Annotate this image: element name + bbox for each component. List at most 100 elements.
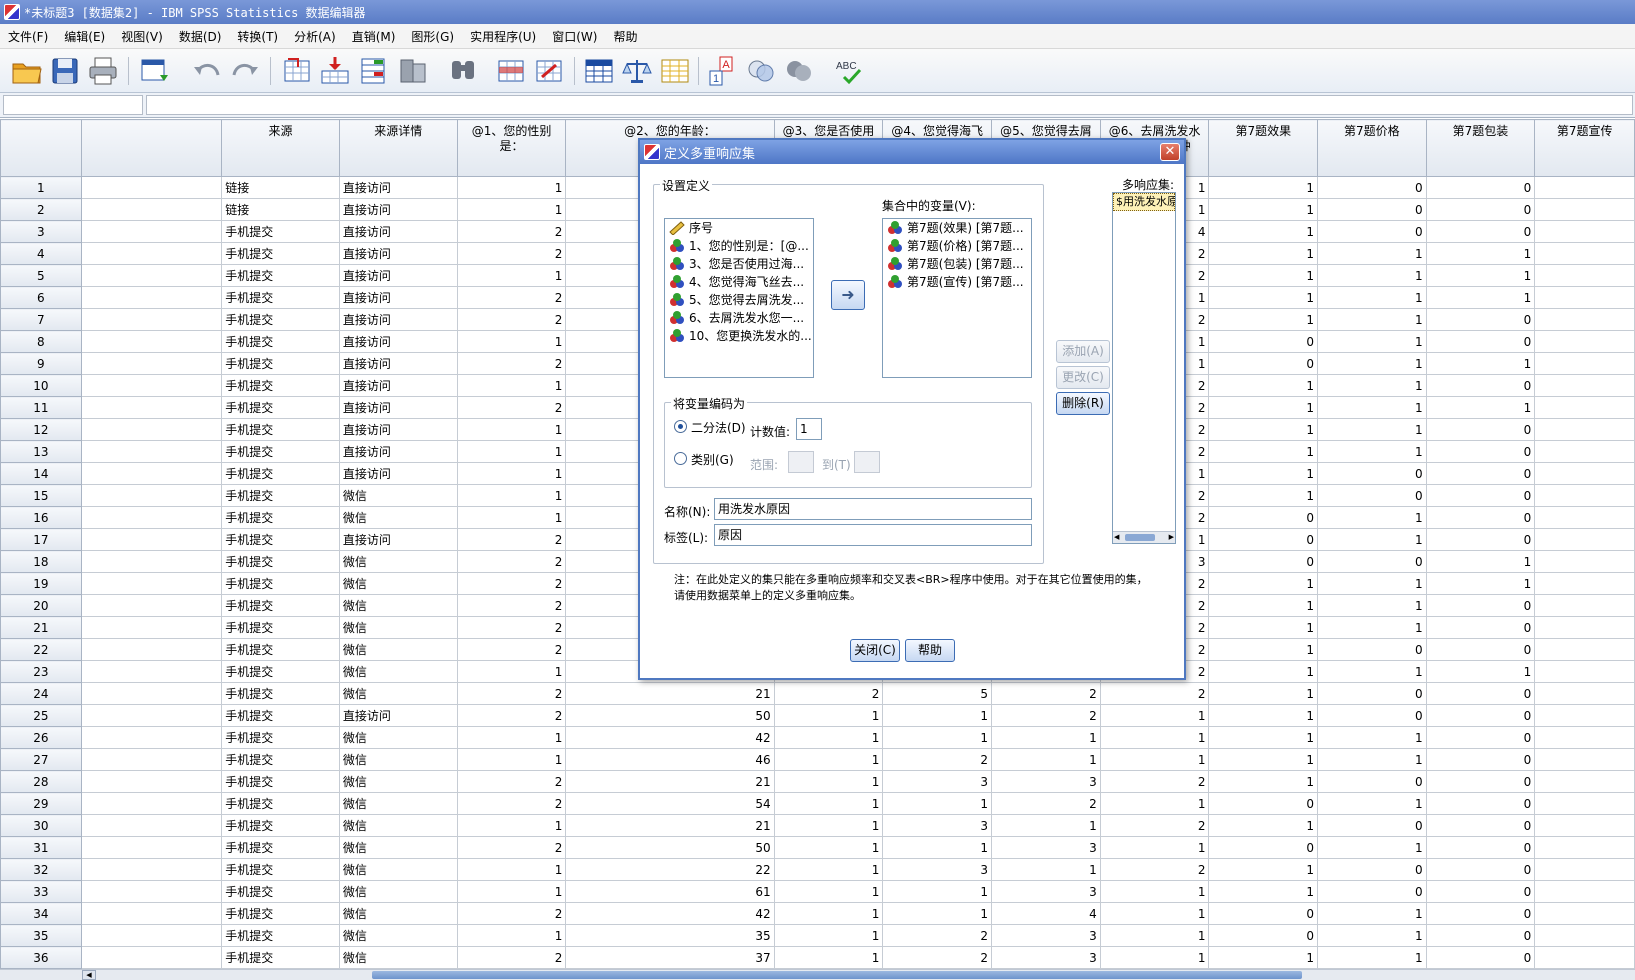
row-number[interactable]: 2 [0, 198, 82, 221]
table-cell[interactable]: 手机提交 [221, 770, 340, 793]
table-cell[interactable]: 1 [991, 726, 1101, 749]
table-cell[interactable] [80, 528, 223, 551]
table-cell[interactable]: 手机提交 [221, 264, 340, 287]
corner-header[interactable] [0, 119, 82, 177]
column-header[interactable]: 第7题效果 [1208, 119, 1319, 177]
table-cell[interactable] [80, 814, 223, 837]
table-cell[interactable] [1534, 440, 1635, 463]
table-cell[interactable] [1534, 462, 1635, 485]
row-number[interactable]: 24 [0, 682, 82, 705]
table-cell[interactable] [1534, 286, 1635, 309]
table-cell[interactable]: 1 [456, 330, 567, 353]
table-cell[interactable]: 直接访问 [338, 462, 458, 485]
table-cell[interactable]: 1 [1099, 902, 1210, 925]
table-cell[interactable]: 微信 [338, 814, 458, 837]
table-cell[interactable]: 1 [1208, 374, 1319, 397]
table-cell[interactable] [1534, 308, 1635, 331]
table-cell[interactable]: 手机提交 [221, 748, 340, 771]
table-cell[interactable] [80, 616, 223, 639]
table-cell[interactable]: 1 [1099, 704, 1210, 727]
table-cell[interactable]: 2 [456, 242, 567, 265]
table-cell[interactable]: 1 [1317, 726, 1427, 749]
table-cell[interactable]: 1 [882, 902, 993, 925]
table-cell[interactable]: 手机提交 [221, 682, 340, 705]
row-number[interactable]: 20 [0, 594, 82, 617]
scrollbar-thumb[interactable] [1125, 534, 1155, 541]
table-cell[interactable]: 1 [1208, 594, 1319, 617]
scroll-right-icon[interactable]: ▶ [1169, 532, 1174, 543]
table-cell[interactable]: 1 [882, 704, 993, 727]
table-cell[interactable]: 0 [1425, 792, 1536, 815]
table-cell[interactable]: 1 [882, 726, 993, 749]
row-number[interactable]: 15 [0, 484, 82, 507]
table-cell[interactable]: 直接访问 [338, 396, 458, 419]
table-cell[interactable]: 1 [1425, 396, 1536, 419]
table-cell[interactable] [80, 506, 223, 529]
table-cell[interactable]: 0 [1208, 792, 1319, 815]
categories-radio[interactable] [674, 452, 687, 465]
table-cell[interactable]: 微信 [338, 660, 458, 683]
table-cell[interactable]: 22 [565, 858, 775, 881]
table-cell[interactable]: 微信 [338, 616, 458, 639]
table-cell[interactable]: 0 [1425, 814, 1536, 837]
table-cell[interactable] [1534, 418, 1635, 441]
table-cell[interactable]: 手机提交 [221, 792, 340, 815]
column-header[interactable]: 第7题宣传 [1534, 119, 1635, 177]
table-cell[interactable]: 手机提交 [221, 374, 340, 397]
table-cell[interactable]: 1 [1317, 792, 1427, 815]
menu-edit[interactable]: 编辑(E) [56, 28, 113, 45]
table-cell[interactable]: 直接访问 [338, 242, 458, 265]
table-cell[interactable]: 50 [565, 836, 775, 859]
table-cell[interactable]: 2 [991, 682, 1101, 705]
table-cell[interactable]: 1 [773, 946, 884, 969]
table-cell[interactable] [1534, 484, 1635, 507]
table-cell[interactable]: 1 [773, 792, 884, 815]
table-cell[interactable]: 直接访问 [338, 704, 458, 727]
column-header[interactable]: 来源详情 [338, 119, 458, 177]
table-cell[interactable] [1534, 572, 1635, 595]
table-cell[interactable]: 1 [1208, 264, 1319, 287]
table-cell[interactable]: 直接访问 [338, 286, 458, 309]
menu-utilities[interactable]: 实用程序(U) [462, 28, 544, 45]
mr-sets-list[interactable]: $用洗发水原 ◀ ▶ [1112, 192, 1176, 544]
table-cell[interactable]: 微信 [338, 902, 458, 925]
table-cell[interactable]: 0 [1425, 330, 1536, 353]
table-cell[interactable]: 微信 [338, 858, 458, 881]
row-number[interactable]: 14 [0, 462, 82, 485]
table-cell[interactable]: 1 [882, 880, 993, 903]
table-cell[interactable]: 1 [1317, 594, 1427, 617]
table-cell[interactable]: 5 [882, 682, 993, 705]
table-cell[interactable]: 手机提交 [221, 396, 340, 419]
table-cell[interactable] [1534, 396, 1635, 419]
row-number[interactable]: 3 [0, 220, 82, 243]
table-cell[interactable]: 1 [773, 748, 884, 771]
table-cell[interactable]: 1 [1208, 242, 1319, 265]
table-cell[interactable]: 手机提交 [221, 638, 340, 661]
row-number[interactable]: 31 [0, 836, 82, 859]
table-cell[interactable]: 微信 [338, 638, 458, 661]
table-cell[interactable]: 0 [1425, 836, 1536, 859]
table-cell[interactable]: 0 [1425, 946, 1536, 969]
table-cell[interactable]: 1 [1208, 770, 1319, 793]
table-cell[interactable]: 0 [1208, 550, 1319, 573]
table-cell[interactable] [1534, 836, 1635, 859]
table-cell[interactable]: 手机提交 [221, 858, 340, 881]
value-labels-icon[interactable]: A1 [706, 55, 740, 87]
table-cell[interactable]: 2 [1099, 858, 1210, 881]
table-cell[interactable]: 2 [882, 748, 993, 771]
row-number[interactable]: 4 [0, 242, 82, 265]
column-header[interactable]: @1、您的性别是： [456, 119, 567, 177]
table-cell[interactable]: 0 [1317, 770, 1427, 793]
table-cell[interactable]: 2 [456, 572, 567, 595]
table-cell[interactable] [80, 946, 223, 969]
row-number[interactable]: 1 [0, 176, 82, 199]
table-cell[interactable] [80, 638, 223, 661]
close-icon[interactable]: ✕ [1160, 143, 1180, 161]
list-item[interactable]: 1、您的性别是：[@... [665, 237, 813, 255]
table-cell[interactable]: 1 [1317, 660, 1427, 683]
table-cell[interactable]: 0 [1317, 176, 1427, 199]
table-cell[interactable]: 0 [1425, 440, 1536, 463]
menu-data[interactable]: 数据(D) [171, 28, 230, 45]
table-cell[interactable] [80, 396, 223, 419]
table-cell[interactable]: 1 [1317, 902, 1427, 925]
